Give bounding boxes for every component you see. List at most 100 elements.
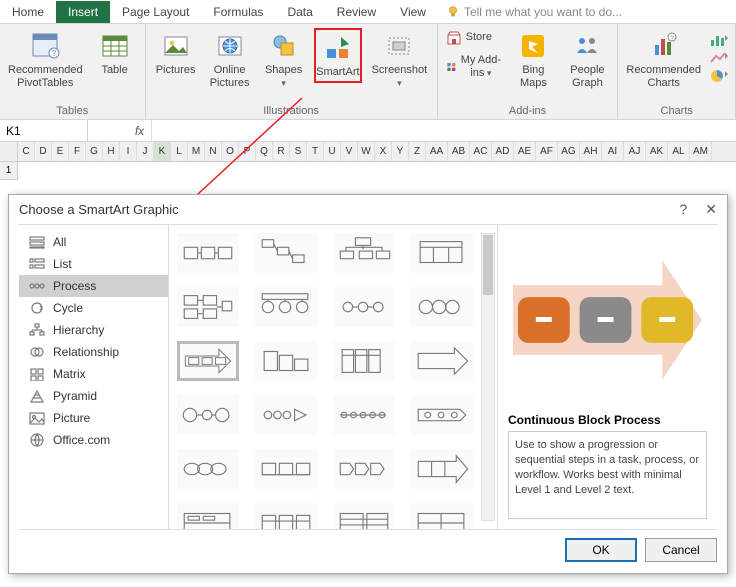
- layout-thumb[interactable]: [411, 341, 473, 381]
- column-header[interactable]: AH: [580, 142, 602, 161]
- column-header[interactable]: H: [103, 142, 120, 161]
- chart-type-icon[interactable]: [709, 50, 729, 66]
- column-header[interactable]: D: [35, 142, 52, 161]
- category-pyramid[interactable]: Pyramid: [19, 385, 168, 407]
- column-header[interactable]: AG: [558, 142, 580, 161]
- tab-review[interactable]: Review: [325, 1, 388, 23]
- tab-page-layout[interactable]: Page Layout: [110, 1, 201, 23]
- column-header[interactable]: O: [222, 142, 239, 161]
- fx-icon[interactable]: fx: [128, 120, 152, 141]
- column-header[interactable]: W: [358, 142, 375, 161]
- column-header[interactable]: AJ: [624, 142, 646, 161]
- layout-thumb[interactable]: [177, 449, 239, 489]
- chart-type-icon[interactable]: [709, 68, 729, 84]
- ok-button[interactable]: OK: [565, 538, 637, 562]
- column-header[interactable]: T: [307, 142, 324, 161]
- category-picture[interactable]: Picture: [19, 407, 168, 429]
- category-process[interactable]: Process: [19, 275, 168, 297]
- row-header-1[interactable]: 1: [0, 162, 18, 180]
- layout-thumb[interactable]: [411, 233, 473, 273]
- layout-thumb[interactable]: [255, 449, 317, 489]
- column-header[interactable]: Q: [256, 142, 273, 161]
- column-header[interactable]: Z: [409, 142, 426, 161]
- column-header[interactable]: AK: [646, 142, 668, 161]
- layout-thumb[interactable]: [255, 287, 317, 327]
- layout-thumb[interactable]: [255, 395, 317, 435]
- people-graph-button[interactable]: People Graph: [563, 28, 611, 92]
- tab-formulas[interactable]: Formulas: [201, 1, 275, 23]
- tab-insert[interactable]: Insert: [56, 1, 110, 23]
- layout-thumb[interactable]: [177, 395, 239, 435]
- layout-thumb[interactable]: [255, 233, 317, 273]
- chart-type-icon[interactable]: [709, 32, 729, 48]
- pictures-button[interactable]: Pictures: [152, 28, 200, 79]
- category-cycle[interactable]: Cycle: [19, 297, 168, 319]
- layout-thumb[interactable]: [411, 287, 473, 327]
- help-button[interactable]: ?: [679, 201, 687, 218]
- column-header[interactable]: AD: [492, 142, 514, 161]
- column-header[interactable]: M: [188, 142, 205, 161]
- tab-data[interactable]: Data: [275, 1, 324, 23]
- layout-thumb[interactable]: [411, 503, 473, 529]
- layout-thumb[interactable]: [177, 341, 239, 381]
- category-relationship[interactable]: Relationship: [19, 341, 168, 363]
- layout-thumb[interactable]: [177, 503, 239, 529]
- column-header[interactable]: C: [18, 142, 35, 161]
- layout-thumb[interactable]: [333, 341, 395, 381]
- layout-thumb[interactable]: [333, 233, 395, 273]
- layout-thumb[interactable]: [177, 233, 239, 273]
- tab-view[interactable]: View: [388, 1, 438, 23]
- column-header[interactable]: J: [137, 142, 154, 161]
- layout-thumb[interactable]: [411, 449, 473, 489]
- table-button[interactable]: Table: [91, 28, 139, 79]
- layout-thumb[interactable]: [411, 395, 473, 435]
- tab-home[interactable]: Home: [0, 1, 56, 23]
- column-header[interactable]: V: [341, 142, 358, 161]
- recommended-pivottables-button[interactable]: ? Recommended PivotTables: [6, 28, 85, 92]
- bing-maps-button[interactable]: Bing Maps: [509, 28, 557, 92]
- layout-thumb[interactable]: [333, 395, 395, 435]
- column-header[interactable]: R: [273, 142, 290, 161]
- shapes-button[interactable]: Shapes: [260, 28, 308, 92]
- formula-input[interactable]: [152, 120, 736, 141]
- column-header[interactable]: AC: [470, 142, 492, 161]
- layout-thumb[interactable]: [333, 449, 395, 489]
- cancel-button[interactable]: Cancel: [645, 538, 717, 562]
- column-header[interactable]: F: [69, 142, 86, 161]
- column-header[interactable]: Y: [392, 142, 409, 161]
- column-header[interactable]: G: [86, 142, 103, 161]
- recommended-charts-button[interactable]: ? Recommended Charts: [624, 28, 703, 92]
- column-header[interactable]: AF: [536, 142, 558, 161]
- online-pictures-button[interactable]: Online Pictures: [206, 28, 254, 92]
- column-header[interactable]: U: [324, 142, 341, 161]
- column-header[interactable]: K: [154, 142, 171, 161]
- column-header[interactable]: AB: [448, 142, 470, 161]
- column-header[interactable]: AL: [668, 142, 690, 161]
- layout-thumb[interactable]: [255, 503, 317, 529]
- category-all[interactable]: All: [19, 231, 168, 253]
- layout-thumb[interactable]: [333, 503, 395, 529]
- tell-me[interactable]: Tell me what you want to do...: [446, 5, 622, 19]
- name-box[interactable]: K1: [0, 120, 88, 141]
- store-button[interactable]: Store: [444, 28, 504, 48]
- column-header[interactable]: X: [375, 142, 392, 161]
- category-hierarchy[interactable]: Hierarchy: [19, 319, 168, 341]
- column-header[interactable]: P: [239, 142, 256, 161]
- close-button[interactable]: ✕: [705, 201, 717, 218]
- column-header[interactable]: N: [205, 142, 222, 161]
- column-header[interactable]: L: [171, 142, 188, 161]
- smartart-button[interactable]: SmartArt: [314, 28, 363, 83]
- my-addins-button[interactable]: My Add-ins: [444, 52, 504, 82]
- category-matrix[interactable]: Matrix: [19, 363, 168, 385]
- column-header[interactable]: AM: [690, 142, 712, 161]
- column-header[interactable]: I: [120, 142, 137, 161]
- layout-thumb[interactable]: [177, 287, 239, 327]
- layout-thumb[interactable]: [333, 287, 395, 327]
- category-list[interactable]: List: [19, 253, 168, 275]
- column-header[interactable]: AI: [602, 142, 624, 161]
- column-header[interactable]: AE: [514, 142, 536, 161]
- column-header[interactable]: E: [52, 142, 69, 161]
- layout-thumb[interactable]: [255, 341, 317, 381]
- column-header[interactable]: AA: [426, 142, 448, 161]
- category-office-com[interactable]: Office.com: [19, 429, 168, 451]
